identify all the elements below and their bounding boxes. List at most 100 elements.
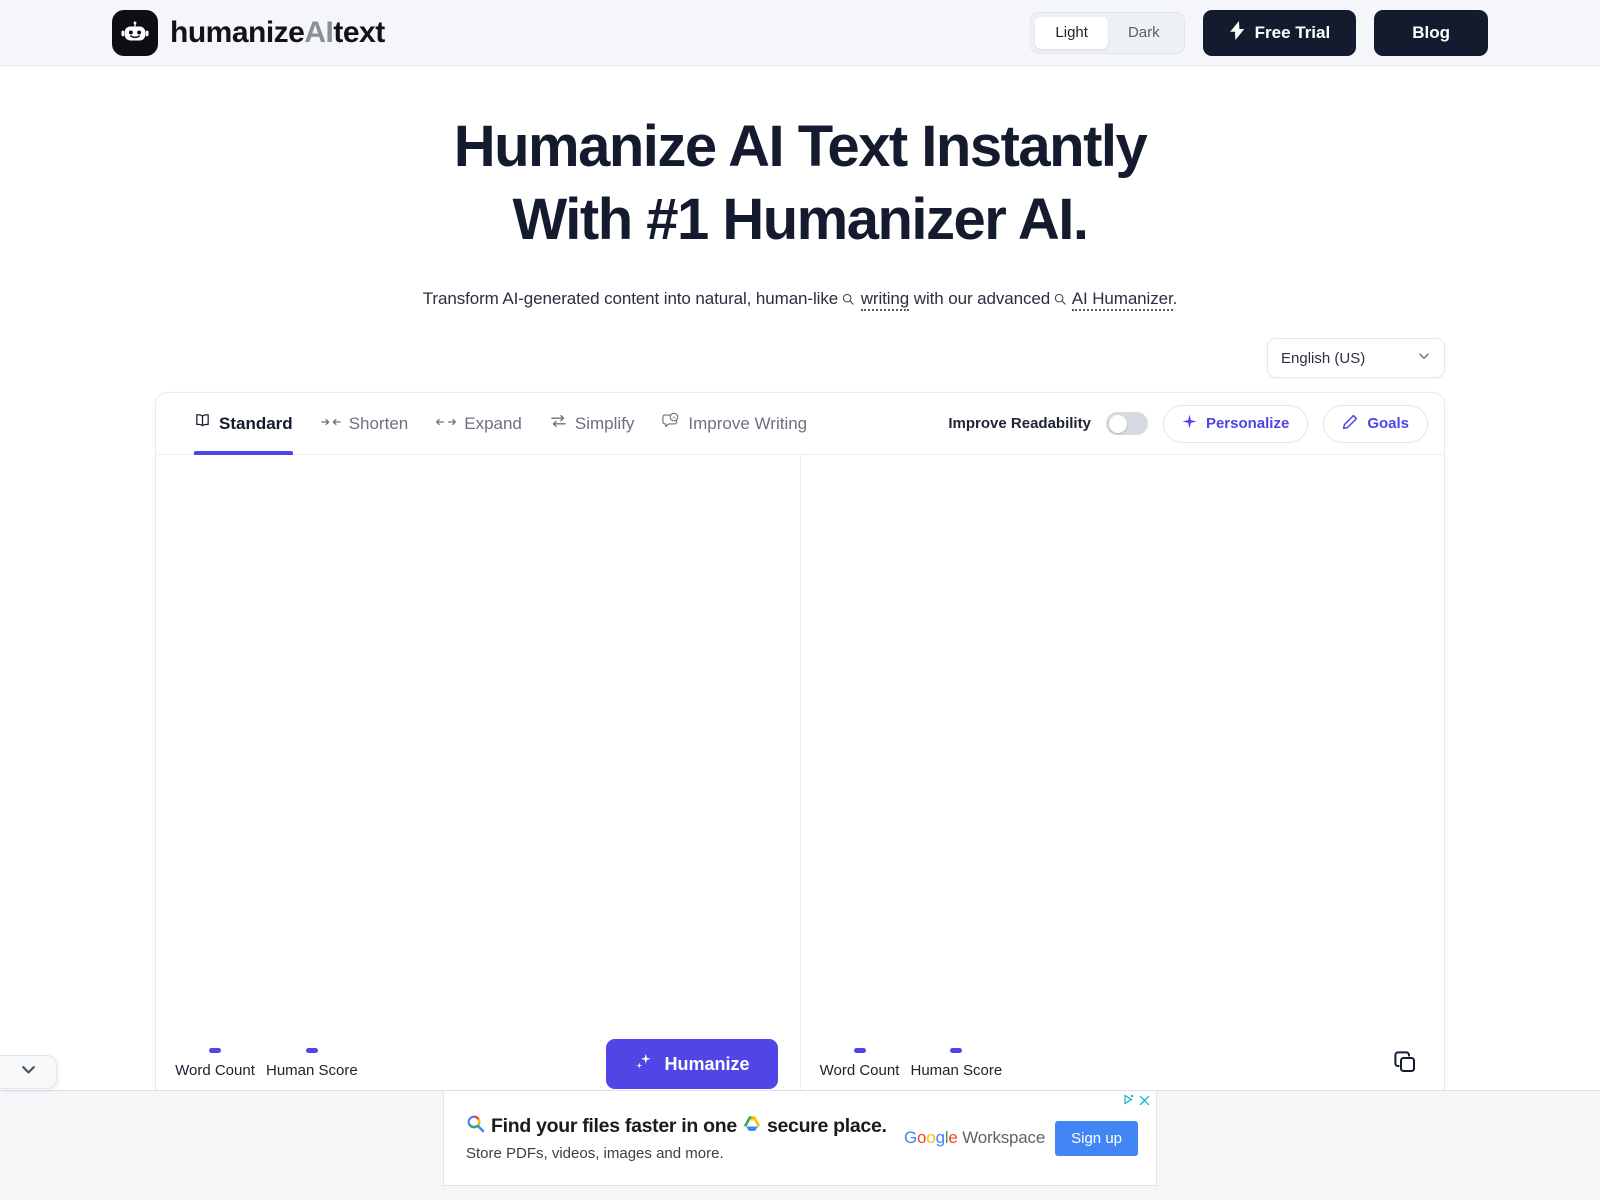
- logo-suffix: Workspace: [957, 1128, 1046, 1147]
- toggle-knob: [1108, 414, 1127, 433]
- improve-readability-toggle[interactable]: [1105, 412, 1148, 435]
- ad-headline-part-2: secure place.: [766, 1115, 887, 1137]
- theme-option-dark[interactable]: Dark: [1108, 17, 1180, 49]
- humanize-button[interactable]: Humanize: [606, 1039, 778, 1089]
- tab-shorten[interactable]: Shorten: [320, 393, 409, 455]
- header-actions: Light Dark Free Trial Blog: [1030, 9, 1488, 56]
- google-workspace-logo: Google Workspace: [904, 1128, 1045, 1148]
- language-select[interactable]: English (US): [1267, 338, 1445, 378]
- output-textarea[interactable]: [801, 455, 1445, 1022]
- logo-letter-o2: o: [926, 1128, 936, 1147]
- personalize-label: Personalize: [1205, 415, 1290, 432]
- chevron-down-icon: [1417, 349, 1431, 367]
- theme-option-light[interactable]: Light: [1035, 16, 1108, 49]
- logo-letter-g2: g: [935, 1128, 945, 1147]
- copy-output-button[interactable]: [1392, 1049, 1418, 1080]
- hero-subtitle-part-2: with our advanced: [913, 289, 1051, 308]
- output-stats: Word Count Human Score: [817, 1048, 1002, 1080]
- tab-standard-label: Standard: [219, 413, 293, 433]
- stat-value-human-score: [950, 1048, 963, 1053]
- page-title-line-1: Humanize AI Text Instantly: [453, 114, 1148, 179]
- ad-headline-part-1: Find your files faster in one: [491, 1115, 737, 1137]
- arrows-out-icon: [436, 393, 457, 455]
- tab-improve-writing[interactable]: A Improve Writing: [662, 393, 807, 455]
- personalize-button[interactable]: Personalize: [1162, 404, 1309, 443]
- stat-label-human-score: Human Score: [266, 1062, 358, 1079]
- search-icon: [842, 290, 854, 310]
- brand-part-3: text: [333, 15, 385, 49]
- stat-value-word-count: [209, 1048, 221, 1053]
- arrows-in-icon: [320, 393, 341, 455]
- tab-simplify-label: Simplify: [574, 413, 635, 433]
- ad-subline: Store PDFs, videos, images and more.: [466, 1145, 724, 1162]
- search-icon: [1054, 290, 1066, 310]
- blog-label: Blog: [1412, 22, 1450, 42]
- copy-icon: [1392, 1049, 1418, 1080]
- ad-copy: Find your files faster in one secure pla…: [466, 1114, 894, 1162]
- brand-part-1: humanize: [170, 15, 305, 49]
- site-header: humanizeAItext Light Dark Free Trial Blo…: [0, 0, 1600, 66]
- logo-letter-g: G: [904, 1128, 918, 1147]
- brand-wordmark: humanizeAItext: [170, 16, 385, 50]
- editor-toolbar: Standard Shorten Expand Simplify A Impro…: [156, 393, 1444, 455]
- page-title: Humanize AI Text Instantly With #1 Human…: [0, 118, 1600, 249]
- brand-part-2: AI: [304, 15, 334, 49]
- ad-signup-button[interactable]: Sign up: [1055, 1120, 1138, 1156]
- close-icon[interactable]: [1139, 1093, 1150, 1111]
- ad-headline: Find your files faster in one secure pla…: [466, 1114, 894, 1139]
- collapse-panel-handle[interactable]: [0, 1055, 57, 1089]
- hero-subtitle: Transform AI-generated content into natu…: [0, 289, 1600, 311]
- tab-expand[interactable]: Expand: [436, 393, 522, 455]
- goals-button[interactable]: Goals: [1323, 404, 1428, 443]
- stat-human-score: Human Score: [911, 1048, 1002, 1080]
- improve-readability-label: Improve Readability: [948, 415, 1091, 432]
- free-trial-label: Free Trial: [1254, 22, 1331, 42]
- robot-icon: [112, 9, 158, 56]
- ad-choices-controls: [1122, 1093, 1150, 1111]
- speech-bubble-a-icon: A: [662, 393, 680, 455]
- lightning-bolt-icon: [1229, 20, 1246, 45]
- input-pane: Word Count Human Score Humanize: [156, 455, 801, 1106]
- logo-letter-o1: o: [917, 1128, 927, 1147]
- tab-standard[interactable]: Standard: [194, 393, 293, 455]
- swap-vertical-icon: [550, 393, 567, 455]
- brand-logo[interactable]: humanizeAItext: [112, 9, 385, 56]
- ad-banner-region: Find your files faster in one secure pla…: [0, 1090, 1600, 1200]
- goals-label: Goals: [1367, 415, 1409, 432]
- sparkle-icon: [1182, 414, 1197, 433]
- chevron-down-icon: [19, 1060, 38, 1084]
- free-trial-button[interactable]: Free Trial: [1202, 9, 1357, 56]
- stat-label-word-count: Word Count: [819, 1062, 900, 1079]
- input-stats: Word Count Human Score: [172, 1048, 358, 1080]
- blog-button[interactable]: Blog: [1374, 9, 1488, 56]
- output-pane: Word Count Human Score: [801, 455, 1445, 1106]
- stat-value-word-count: [853, 1048, 866, 1053]
- keyword-link-writing[interactable]: writing: [860, 289, 909, 311]
- adchoices-icon[interactable]: [1122, 1093, 1135, 1111]
- input-textarea[interactable]: [156, 455, 800, 1022]
- tab-simplify[interactable]: Simplify: [550, 393, 635, 455]
- mode-tabs: Standard Shorten Expand Simplify A Impro…: [194, 393, 807, 455]
- editor-panes: Word Count Human Score Humanize Word Cou…: [156, 455, 1444, 1106]
- google-ad[interactable]: Find your files faster in one secure pla…: [443, 1091, 1157, 1186]
- book-icon: [194, 393, 211, 455]
- sparkle-icon: [634, 1052, 653, 1076]
- tab-shorten-label: Shorten: [348, 413, 409, 433]
- google-search-icon: [466, 1114, 485, 1139]
- hero-section: Humanize AI Text Instantly With #1 Human…: [0, 66, 1600, 311]
- keyword-link-ai-humanizer[interactable]: AI Humanizer: [1071, 289, 1173, 311]
- tab-improve-writing-label: Improve Writing: [688, 413, 808, 433]
- stat-value-human-score: [305, 1048, 318, 1053]
- language-row: English (US): [155, 338, 1445, 378]
- pencil-icon: [1342, 414, 1358, 434]
- logo-letter-e: e: [948, 1128, 958, 1147]
- page-title-line-2: With #1 Humanizer AI.: [512, 187, 1089, 252]
- theme-toggle[interactable]: Light Dark: [1030, 11, 1185, 54]
- hero-subtitle-part-3: .: [1172, 289, 1178, 308]
- humanize-label: Humanize: [664, 1053, 750, 1074]
- google-drive-icon: [743, 1115, 761, 1138]
- toolbar-actions: Improve Readability Personalize Goals: [948, 404, 1428, 443]
- hero-subtitle-part-1: Transform AI-generated content into natu…: [422, 289, 839, 308]
- stat-word-count: Word Count: [817, 1048, 903, 1080]
- stat-human-score: Human Score: [266, 1048, 358, 1080]
